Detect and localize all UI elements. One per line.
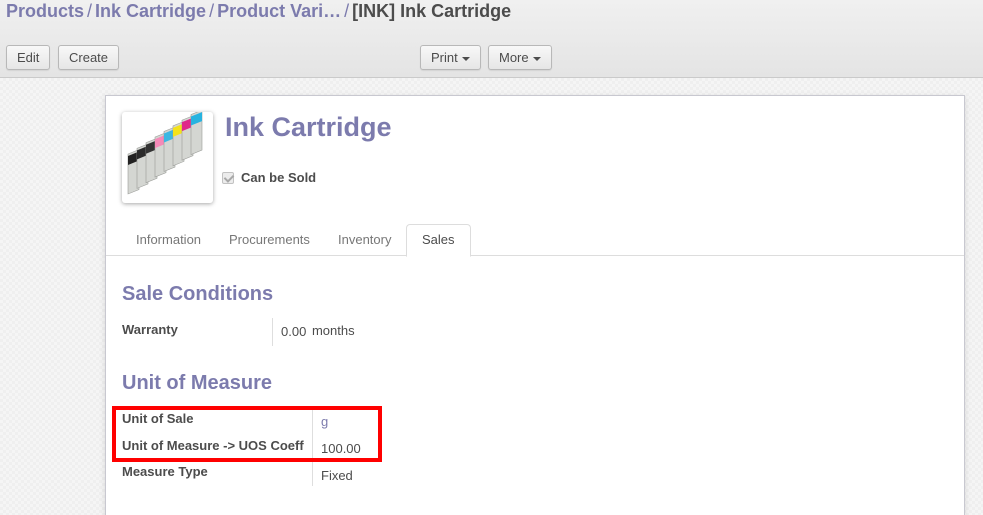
more-label: More: [499, 50, 529, 65]
section-title-unit-of-measure: Unit of Measure: [122, 372, 273, 394]
notebook-tabs: Information Procurements Inventory Sales: [106, 224, 964, 257]
can-be-sold-field: Can be Sold: [222, 170, 316, 185]
ink-cartridges-icon: [127, 112, 203, 195]
breadcrumb-products[interactable]: Products: [6, 1, 84, 21]
section-title-sale-conditions: Sale Conditions: [122, 283, 274, 305]
caret-down-icon: [532, 56, 541, 61]
unit-of-sale-label: Unit of Sale: [122, 411, 194, 426]
tab-procurements[interactable]: Procurements: [214, 224, 325, 256]
can-be-sold-checkbox[interactable]: [222, 171, 234, 184]
more-dropdown-button[interactable]: More: [488, 45, 552, 70]
control-panel: Products / Ink Cartridge / Product Vari… / [IN…: [0, 0, 983, 78]
breadcrumb-separator: /: [344, 1, 350, 21]
create-button[interactable]: Create: [58, 45, 120, 70]
form-sheet: Ink Cartridge Can be Sold Information Pr…: [105, 95, 965, 515]
edit-button[interactable]: Edit: [6, 45, 51, 70]
measure-type-value: Fixed: [321, 468, 353, 483]
warranty-label: Warranty: [122, 322, 178, 337]
print-label: Print: [431, 50, 458, 65]
breadcrumb-ink-cartridge[interactable]: Ink Cartridge: [95, 1, 206, 21]
breadcrumb-product-variants[interactable]: Product Vari…: [217, 1, 341, 21]
warranty-field: 0.00 months: [281, 323, 355, 339]
caret-down-icon: [461, 56, 470, 61]
product-name: Ink Cartridge: [225, 112, 392, 142]
warranty-unit: months: [311, 323, 355, 338]
field-divider: [312, 406, 313, 486]
uos-coeff-label: Unit of Measure -> UOS Coeff: [122, 438, 304, 453]
field-divider: [272, 318, 273, 346]
product-image[interactable]: [122, 112, 213, 203]
unit-of-sale-value[interactable]: g: [321, 414, 328, 429]
breadcrumb-current: [INK] Ink Cartridge: [352, 1, 512, 21]
print-dropdown-button[interactable]: Print: [420, 45, 481, 70]
tab-information[interactable]: Information: [121, 224, 216, 256]
breadcrumb-separator: /: [209, 1, 215, 21]
tab-sales[interactable]: Sales: [406, 224, 471, 257]
breadcrumb-separator: /: [87, 1, 93, 21]
uos-coeff-value: 100.00: [321, 441, 361, 456]
warranty-value: 0.00: [281, 324, 307, 339]
breadcrumb: Products / Ink Cartridge / Product Vari… / [IN…: [6, 1, 511, 22]
measure-type-label: Measure Type: [122, 464, 208, 479]
tab-inventory[interactable]: Inventory: [323, 224, 406, 256]
can-be-sold-label: Can be Sold: [241, 170, 317, 185]
